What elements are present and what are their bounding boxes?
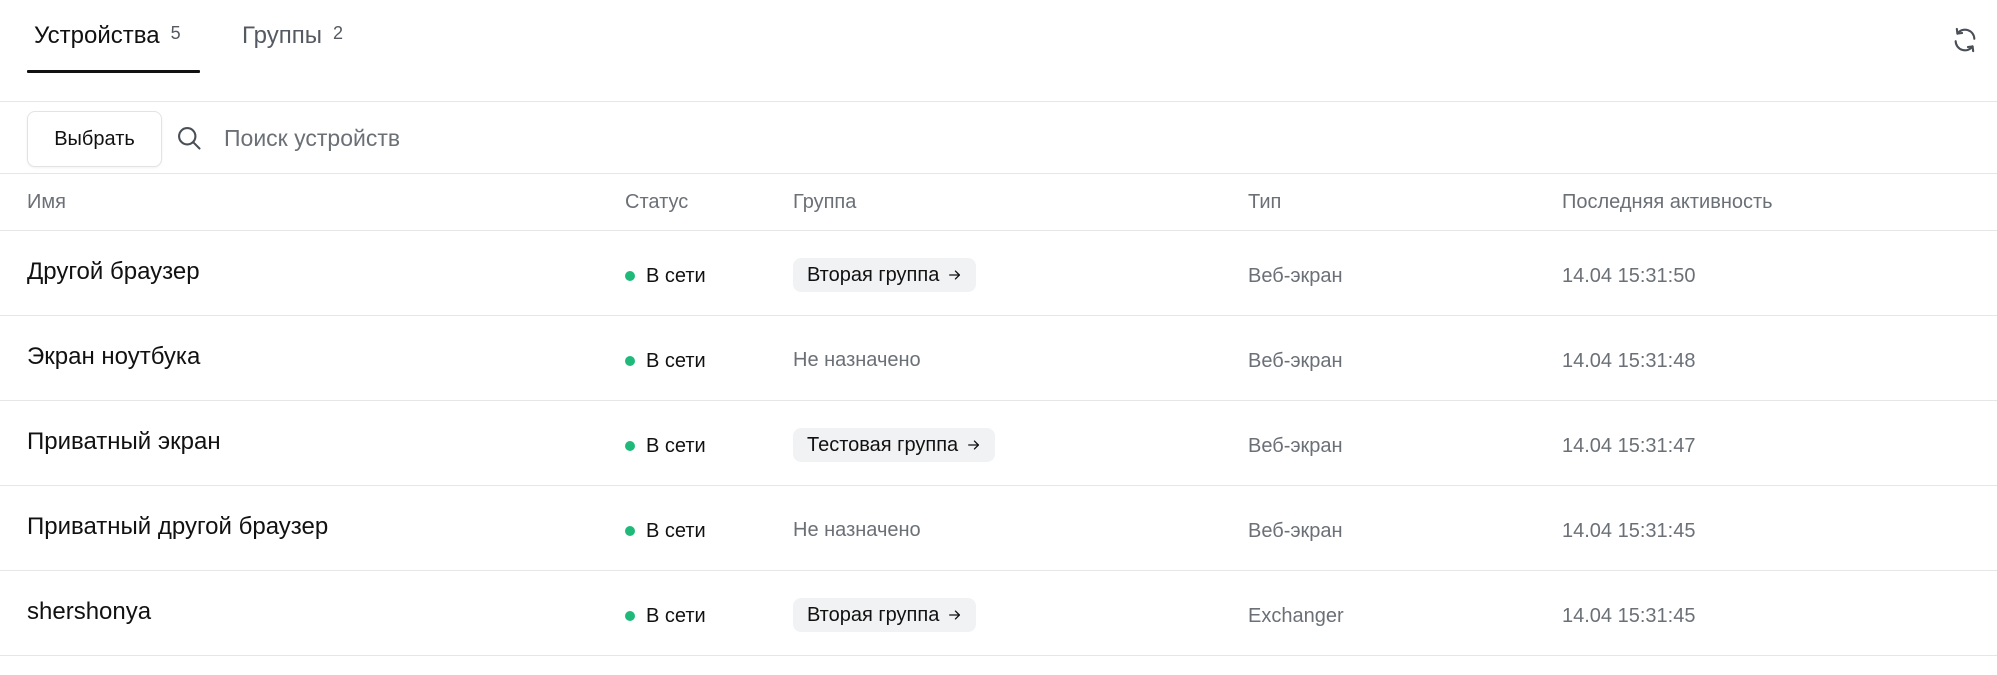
refresh-icon — [1954, 27, 1976, 53]
tabs-bar: Устройства 5 Группы 2 — [0, 0, 1997, 102]
status-text: В сети — [646, 520, 706, 542]
table-row[interactable]: Приватный экран В сети Тестовая группа В… — [0, 401, 1997, 486]
table-row[interactable]: Экран ноутбука В сети Не назначено Веб-э… — [0, 316, 1997, 401]
online-status-dot — [625, 441, 635, 451]
device-type: Веб-экран — [1248, 435, 1343, 457]
last-activity: 14.04 15:31:50 — [1562, 265, 1696, 287]
device-type: Веб-экран — [1248, 520, 1343, 542]
column-header-type[interactable]: Тип — [1248, 190, 1281, 214]
status-cell: В сети — [625, 349, 706, 373]
status-text: В сети — [646, 265, 706, 287]
group-cell: Тестовая группа — [793, 428, 996, 462]
device-name: shershonya — [27, 598, 152, 625]
tab-groups-label: Группы — [242, 22, 322, 49]
group-chip-label: Вторая группа — [807, 263, 940, 286]
arrow-right-icon — [949, 270, 961, 280]
group-unassigned: Не назначено — [793, 348, 921, 371]
group-cell: Не назначено — [793, 343, 921, 377]
group-chip[interactable]: Вторая группа — [793, 258, 977, 292]
status-cell: В сети — [625, 264, 706, 288]
online-status-dot — [625, 526, 635, 536]
device-type: Exchanger — [1248, 605, 1344, 627]
active-tab-indicator — [27, 70, 200, 73]
status-text: В сети — [646, 350, 706, 372]
group-unassigned: Не назначено — [793, 518, 921, 541]
device-type: Веб-экран — [1248, 265, 1343, 287]
online-status-dot — [625, 271, 635, 281]
refresh-button[interactable] — [1949, 24, 1981, 56]
table-header: Имя Статус Группа Тип Последняя активнос… — [0, 174, 1997, 231]
tab-devices[interactable]: Устройства 5 — [27, 0, 200, 101]
column-header-group[interactable]: Группа — [793, 190, 856, 214]
group-chip[interactable]: Тестовая группа — [793, 428, 996, 462]
table-row[interactable]: Приватный другой браузер В сети Не назна… — [0, 486, 1997, 571]
table-row[interactable]: shershonya В сети Вторая группа Exchange… — [0, 571, 1997, 656]
status-text: В сети — [646, 605, 706, 627]
group-chip-label: Тестовая группа — [807, 433, 959, 456]
status-cell: В сети — [625, 434, 706, 458]
group-cell: Вторая группа — [793, 598, 977, 632]
status-cell: В сети — [625, 519, 706, 543]
tab-devices-label: Устройства — [34, 22, 160, 49]
device-type: Веб-экран — [1248, 350, 1343, 372]
last-activity: 14.04 15:31:47 — [1562, 435, 1696, 457]
column-header-last-activity[interactable]: Последняя активность — [1562, 190, 1773, 214]
tab-groups-count: 2 — [332, 23, 343, 43]
group-chip-label: Вторая группа — [807, 603, 940, 626]
table-row[interactable]: Другой браузер В сети Вторая группа Веб-… — [0, 231, 1997, 316]
online-status-dot — [625, 611, 635, 621]
device-name: Приватный экран — [27, 428, 221, 455]
status-text: В сети — [646, 435, 706, 457]
group-chip[interactable]: Вторая группа — [793, 598, 977, 632]
select-button[interactable]: Выбрать — [27, 111, 162, 167]
column-header-status[interactable]: Статус — [625, 190, 688, 214]
group-cell: Вторая группа — [793, 258, 977, 292]
last-activity: 14.04 15:31:45 — [1562, 605, 1696, 627]
column-header-name[interactable]: Имя — [27, 190, 66, 214]
arrow-right-icon — [968, 440, 980, 450]
online-status-dot — [625, 356, 635, 366]
search-icon — [178, 127, 201, 150]
arrow-right-icon — [949, 610, 961, 620]
toolbar: Выбрать — [0, 102, 1997, 174]
device-name: Экран ноутбука — [27, 343, 201, 370]
tab-devices-count: 5 — [170, 23, 181, 43]
last-activity: 14.04 15:31:45 — [1562, 520, 1696, 542]
group-cell: Не назначено — [793, 513, 921, 547]
search-input[interactable] — [224, 116, 924, 160]
status-cell: В сети — [625, 604, 706, 628]
device-list: Другой браузер В сети Вторая группа Веб-… — [0, 231, 1997, 656]
tab-groups[interactable]: Группы 2 — [242, 0, 343, 101]
device-name: Другой браузер — [27, 258, 200, 285]
last-activity: 14.04 15:31:48 — [1562, 350, 1696, 372]
device-name: Приватный другой браузер — [27, 513, 329, 540]
